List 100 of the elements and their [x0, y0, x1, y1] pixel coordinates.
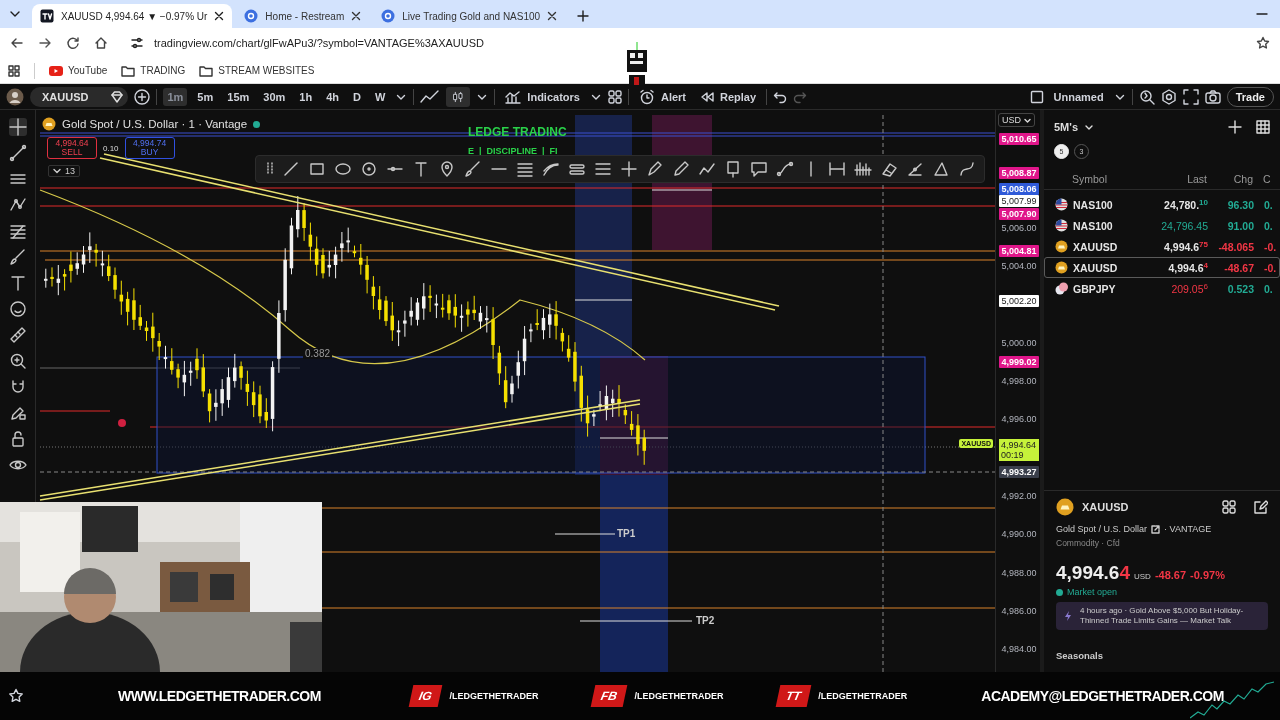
pencil-icon[interactable]: [672, 160, 690, 178]
measure-icon[interactable]: [828, 160, 846, 178]
camera-icon[interactable]: [1204, 88, 1221, 105]
target-line: [599, 437, 669, 439]
replay-button[interactable]: Replay: [696, 90, 761, 103]
apps-grid-icon[interactable]: [8, 64, 20, 77]
alert-button[interactable]: Alert: [634, 88, 690, 105]
pen-icon[interactable]: [646, 160, 664, 178]
pin-icon[interactable]: [438, 160, 456, 178]
symbol-search[interactable]: XAUUSD: [30, 86, 129, 107]
candlestick-icon[interactable]: [446, 86, 471, 107]
settings-icon[interactable]: [1160, 88, 1177, 105]
interval-button[interactable]: 4h: [322, 87, 343, 106]
new-tab-icon[interactable]: [577, 10, 590, 22]
edit-icon[interactable]: [1254, 500, 1268, 514]
circle-icon[interactable]: [360, 160, 378, 178]
interval-button[interactable]: 1h: [295, 87, 317, 106]
curved-lines-icon[interactable]: [542, 160, 560, 178]
quick-search-icon[interactable]: [1138, 88, 1155, 105]
comment-icon[interactable]: [750, 160, 768, 178]
watchlist-row[interactable]: XAUUSD 4,994.6$^{4}$ -48.67 -0.: [1044, 257, 1280, 278]
ruler-icon[interactable]: [8, 326, 27, 344]
browser-tab[interactable]: Home - Restream: [236, 4, 370, 28]
indicators-toggle[interactable]: 13: [48, 165, 80, 177]
square-icon[interactable]: [1029, 89, 1044, 104]
price-label-icon[interactable]: [724, 160, 742, 178]
reload-icon[interactable]: [66, 36, 80, 50]
bookmark-star-icon[interactable]: [1256, 36, 1270, 50]
column-header[interactable]: Symbol: [1072, 172, 1136, 185]
add-icon[interactable]: [1228, 120, 1242, 134]
add-symbol-icon[interactable]: [134, 88, 151, 105]
news-card[interactable]: 4 hours ago · Gold Above $5,000 But Holiday-Thinned Trade Limits Gains — Market Talk: [1056, 602, 1268, 630]
crosshair-icon[interactable]: [8, 118, 27, 136]
website-link[interactable]: WWW.LEDGETHETRADER.COM: [118, 688, 321, 704]
interval-button[interactable]: W: [370, 87, 390, 106]
watchlist-row[interactable]: NAS100 24,780.$^{10}$ 96.30 0.: [1044, 194, 1280, 215]
smiley-icon[interactable]: [8, 300, 27, 318]
watchlist-row[interactable]: GBPJPY 209.05$^{6}$ 0.523 0.: [1044, 278, 1280, 299]
text-tool-icon[interactable]: [412, 160, 430, 178]
change-percent-cell-text: 0.: [1263, 198, 1274, 211]
sell-button[interactable]: 4,994.64 SELL: [47, 137, 97, 159]
line-chart-icon[interactable]: [420, 88, 441, 105]
rectangle-icon[interactable]: [308, 160, 326, 178]
column-header[interactable]: C: [1253, 172, 1280, 185]
interval-button[interactable]: 15m: [223, 87, 254, 106]
parallel-lines-icon[interactable]: [516, 160, 534, 178]
fib-levels-icon[interactable]: [8, 222, 27, 240]
close-icon[interactable]: [351, 11, 362, 21]
interval-button[interactable]: 30m: [259, 87, 290, 106]
close-icon[interactable]: [547, 11, 558, 21]
fullscreen-icon[interactable]: [1182, 88, 1199, 105]
brush-icon[interactable]: [464, 160, 482, 178]
forward-icon[interactable]: [38, 36, 52, 50]
angle-icon[interactable]: [906, 160, 924, 178]
browser-tab[interactable]: Live Trading Gold and NAS100: [373, 4, 566, 28]
bookmark-link[interactable]: YouTube: [49, 65, 108, 76]
price-tag: 4,999.02: [999, 355, 1039, 368]
histogram-icon[interactable]: [854, 160, 872, 178]
eraser-icon[interactable]: [880, 160, 898, 178]
trend-line-icon[interactable]: [8, 144, 27, 162]
bookmark-link[interactable]: STREAM WEBSITES: [199, 64, 315, 77]
watchlist-row[interactable]: XAUUSD 4,994.6$^{75}$ -48.065 -0.: [1044, 236, 1280, 257]
chevron-down-icon: [53, 167, 61, 175]
home-icon[interactable]: [94, 36, 108, 50]
currency-selector[interactable]: USD: [998, 113, 1035, 127]
external-link-icon[interactable]: [1151, 524, 1161, 534]
column-header[interactable]: Last: [1187, 172, 1207, 185]
indicators-button[interactable]: Indicators: [501, 89, 584, 104]
connector-icon[interactable]: [776, 160, 794, 178]
brush-icon[interactable]: [8, 248, 27, 266]
interval-button[interactable]: 1m: [163, 87, 188, 106]
list-lines-icon[interactable]: [594, 160, 612, 178]
layout-button[interactable]: Unnamed: [1049, 90, 1108, 103]
price-tag: 5,008.06: [999, 182, 1039, 195]
watchlist-row[interactable]: NAS100 24,796.45 91.00 0.: [1044, 215, 1280, 236]
interval-button[interactable]: 5m: [193, 87, 218, 106]
watchlist-title[interactable]: 5M's: [1054, 121, 1078, 133]
bookmark-link[interactable]: TRADING: [121, 64, 186, 77]
close-icon[interactable]: [214, 11, 225, 21]
current-price-tag: 4,994.64 00:19: [999, 439, 1039, 462]
templates-grid-icon[interactable]: [607, 89, 622, 104]
cross-icon[interactable]: [620, 160, 638, 178]
back-icon[interactable]: [10, 36, 24, 50]
coin-icon: [1056, 498, 1074, 516]
fib-level-label: 0.382: [303, 348, 333, 359]
curve-icon[interactable]: [958, 160, 976, 178]
table-icon[interactable]: [1256, 120, 1270, 134]
last-price-cell: 24,780.$^{10}$: [1164, 198, 1208, 211]
ellipse-icon[interactable]: [334, 160, 352, 178]
interval-button[interactable]: D: [349, 87, 365, 106]
text-tool-icon[interactable]: [8, 274, 27, 292]
buy-button[interactable]: 4,994.74 BUY: [124, 137, 175, 159]
triangle-icon[interactable]: [932, 160, 950, 178]
target-label: TP2: [696, 615, 715, 626]
grid-icon[interactable]: [1222, 500, 1236, 514]
favorite-star-icon[interactable]: [8, 688, 24, 704]
browser-tab[interactable]: XAUUSD 4,994.64 ▼ −0.97% Ur: [32, 4, 233, 28]
column-header[interactable]: Chg: [1233, 172, 1253, 185]
trend-line-icon[interactable]: [282, 160, 300, 178]
zoom-in-icon[interactable]: [8, 352, 27, 370]
